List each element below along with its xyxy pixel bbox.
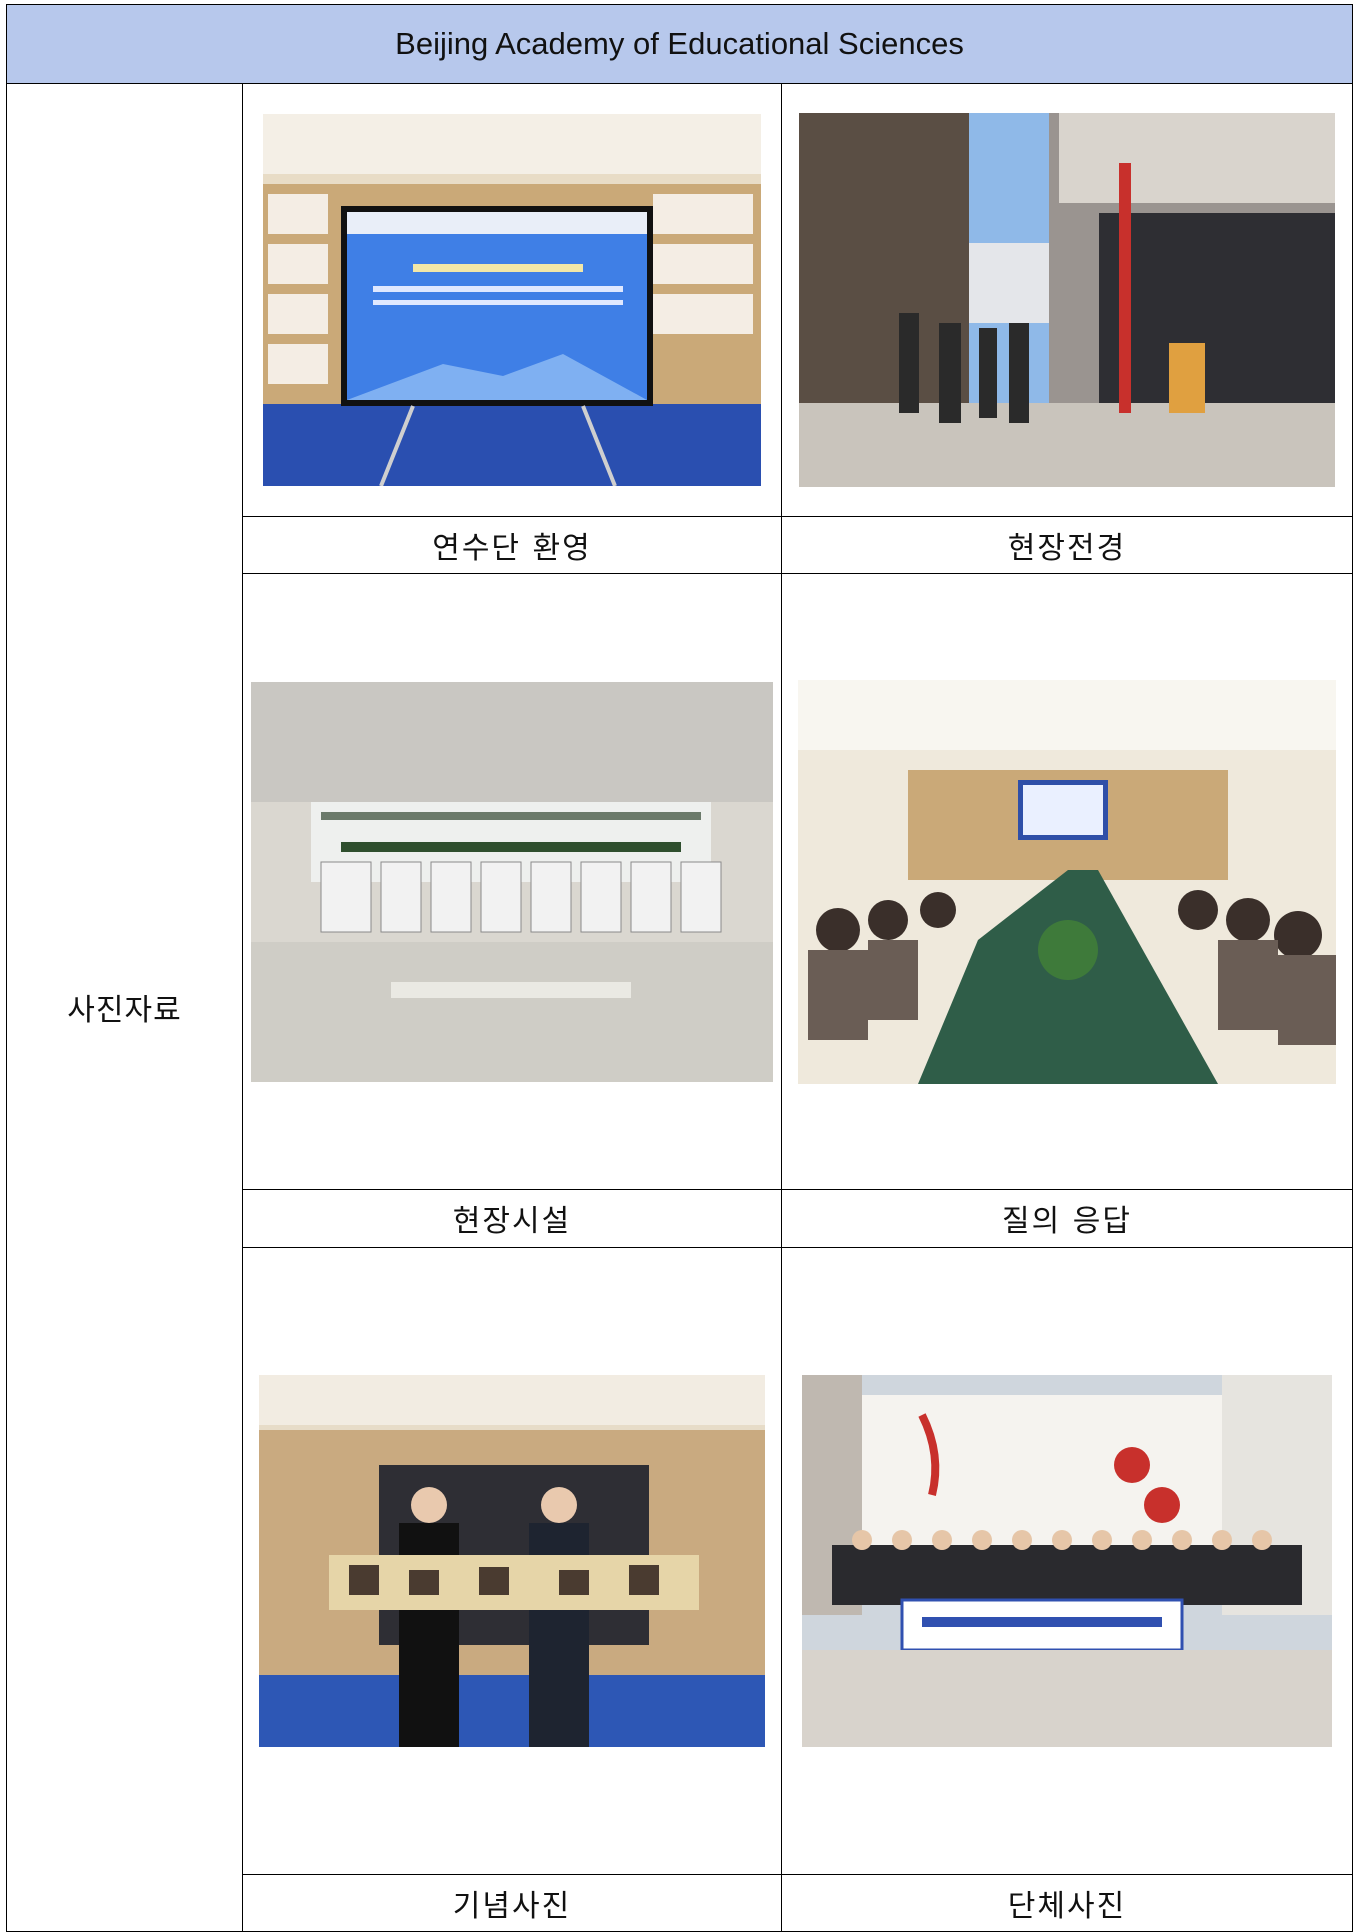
photo-cell-4 <box>781 572 1353 1191</box>
caption-3: 현장시설 <box>242 1189 782 1248</box>
photo-cell-5 <box>242 1246 782 1875</box>
caption-2: 현장전경 <box>781 515 1353 574</box>
photo-cell-3 <box>242 572 782 1191</box>
commemorative-photo <box>259 1374 765 1747</box>
caption-1: 연수단 환영 <box>242 515 782 574</box>
photo-cell-6 <box>781 1246 1353 1875</box>
side-label: 사진자료 <box>6 82 243 1932</box>
photo-cell-1 <box>242 82 782 517</box>
caption-4: 질의 응답 <box>781 1189 1353 1248</box>
meeting-room-photo <box>798 679 1336 1084</box>
welcome-screen-photo <box>263 113 761 486</box>
document-title: Beijing Academy of Educational Sciences <box>6 4 1353 84</box>
caption-5: 기념사진 <box>242 1873 782 1932</box>
exhibition-hall-photo <box>251 681 773 1082</box>
caption-6: 단체사진 <box>781 1873 1353 1932</box>
photo-document-table: Beijing Academy of Educational Sciences … <box>6 4 1353 1932</box>
photo-cell-2 <box>781 82 1353 517</box>
group-photo <box>802 1374 1332 1747</box>
campus-entrance-photo <box>799 112 1335 487</box>
